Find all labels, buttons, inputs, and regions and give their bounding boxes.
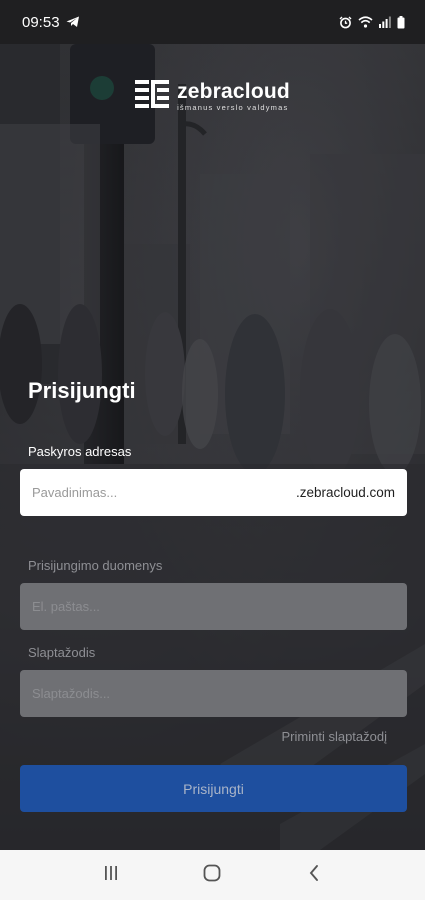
wifi-icon xyxy=(358,16,373,28)
account-name-input[interactable]: Pavadinimas... .zebracloud.com xyxy=(20,469,407,516)
back-button[interactable] xyxy=(294,855,334,895)
signal-icon xyxy=(379,16,391,28)
password-input[interactable]: Slaptažodis... xyxy=(20,670,407,717)
remind-password-link[interactable]: Priminti slaptažodį xyxy=(282,729,388,744)
login-button[interactable]: Prisijungti xyxy=(20,765,407,812)
email-input[interactable]: El. paštas... xyxy=(20,583,407,630)
telegram-icon xyxy=(66,16,80,28)
status-time: 09:53 xyxy=(22,13,60,31)
email-placeholder: El. paštas... xyxy=(32,599,100,614)
back-icon xyxy=(308,864,320,887)
system-nav-bar xyxy=(0,850,425,900)
brand-logo: zebracloud išmanus verslo valdymas xyxy=(0,80,425,113)
recent-apps-icon xyxy=(103,865,119,886)
account-name-placeholder: Pavadinimas... xyxy=(32,485,118,500)
alarm-icon xyxy=(339,16,352,29)
password-label: Slaptažodis xyxy=(28,645,96,660)
status-right xyxy=(339,15,405,29)
logo-text: zebracloud išmanus verslo valdymas xyxy=(177,81,290,112)
home-button[interactable] xyxy=(192,855,232,895)
password-placeholder: Slaptažodis... xyxy=(32,686,111,701)
logo-tagline: išmanus verslo valdymas xyxy=(177,103,289,112)
account-domain-suffix: .zebracloud.com xyxy=(295,485,395,500)
credentials-label: Prisijungimo duomenys xyxy=(28,558,163,573)
zebracloud-logo-icon xyxy=(135,80,170,113)
page-title: Prisijungti xyxy=(28,378,136,403)
status-bar: 09:53 xyxy=(0,0,425,44)
account-address-label: Paskyros adresas xyxy=(28,444,132,459)
home-icon xyxy=(203,864,221,887)
status-left: 09:53 xyxy=(22,14,80,31)
battery-icon xyxy=(397,15,405,29)
recent-apps-button[interactable] xyxy=(91,855,131,895)
logo-name: zebracloud xyxy=(177,80,290,103)
